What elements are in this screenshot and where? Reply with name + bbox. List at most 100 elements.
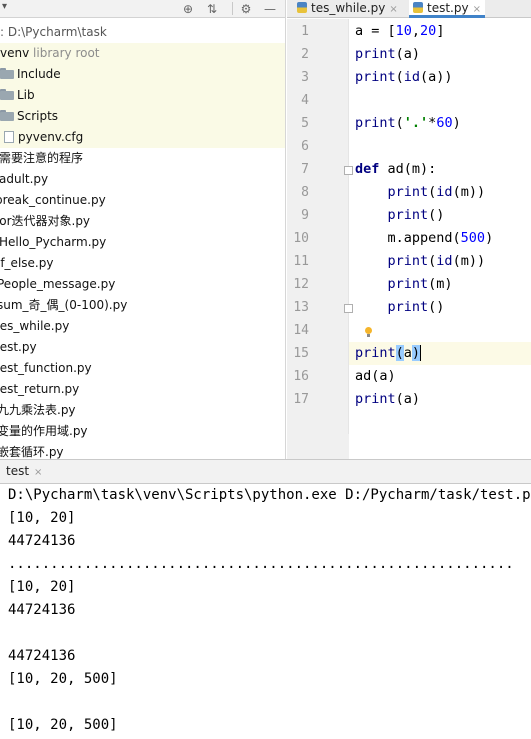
code-line[interactable]: print() (355, 204, 445, 227)
editor-panel: tes_while.py × test.py × 1 2 3 4 5 6 7 8 9… (287, 0, 531, 459)
code-line[interactable]: print(id(m)) (355, 250, 486, 273)
code-token: ) (485, 230, 494, 246)
console-line: ........................................… (8, 556, 514, 572)
tree-item-file[interactable]: 九九乘法表.py (0, 400, 283, 421)
tree-item-label: 九九乘法表.py (0, 403, 76, 417)
line-number: 3 (301, 70, 309, 85)
tree-item-pyvenv[interactable]: pyvenv.cfg (0, 127, 285, 148)
tree-item-file[interactable]: tes_while.py (0, 316, 281, 337)
tree-item-file[interactable]: 嵌套循环.py (0, 442, 283, 459)
tree-item-file[interactable]: Hello_Pycharm.py (0, 232, 285, 253)
locate-icon[interactable]: ⊕ (180, 0, 196, 17)
code-line[interactable]: m.append(500) (355, 227, 494, 250)
tree-item-file[interactable]: 变量的作用域.py (0, 421, 283, 442)
console-line: [10, 20, 500] (8, 717, 118, 733)
code-token: print (387, 184, 429, 200)
python-file-icon (297, 2, 307, 13)
lightbulb-icon[interactable] (364, 327, 373, 338)
tree-item-label: pyvenv.cfg (18, 130, 84, 144)
tree-item-label: venv (0, 46, 30, 60)
code-token: 60 (436, 115, 453, 131)
code-line[interactable]: print() (355, 296, 445, 319)
close-icon[interactable]: × (389, 4, 397, 15)
code-token: m.append( (355, 230, 461, 246)
code-token: 10 (395, 23, 412, 39)
fold-marker-icon[interactable] (344, 304, 353, 313)
collapse-all-icon[interactable]: ⇅ (204, 0, 220, 17)
line-number: 14 (293, 323, 309, 338)
tree-item-file[interactable]: if_else.py (0, 253, 283, 274)
code-token: print (387, 276, 429, 292)
close-icon[interactable]: × (473, 4, 481, 15)
tree-item-label: 变量的作用域.py (0, 424, 88, 438)
console-line: 44724136 (8, 648, 76, 664)
line-number: 9 (301, 208, 309, 223)
code-token: a = [ (355, 23, 396, 39)
code-token: ( (395, 69, 404, 85)
line-number: 5 (301, 116, 309, 131)
tree-item-file[interactable]: sum_奇_偶_(0-100).py (0, 295, 283, 316)
code-token: 500 (460, 230, 486, 246)
code-token: () (428, 207, 445, 223)
code-token: ) (411, 345, 421, 361)
code-token: ad(m): (379, 161, 437, 177)
code-line[interactable]: print(a) (355, 388, 420, 411)
tree-item-scripts[interactable]: Scripts (0, 106, 285, 127)
project-toolbar: ▾ ⊕ ⇅ ⚙ — (0, 0, 285, 18)
tree-item-label: test.py (0, 340, 37, 354)
hide-icon[interactable]: — (262, 0, 278, 17)
tree-item-label: if_else.py (0, 256, 54, 270)
code-line[interactable]: print(a) (355, 342, 422, 365)
line-number: 16 (293, 369, 309, 384)
code-line[interactable]: print('.'*60) (355, 112, 461, 135)
code-line[interactable]: ad(a) (355, 365, 396, 388)
tree-item-file[interactable]: test_return.py (0, 379, 281, 400)
tab-test[interactable]: test.py × (409, 0, 485, 18)
folder-icon (0, 89, 14, 100)
close-icon[interactable]: × (34, 467, 42, 478)
code-token: ) (452, 115, 461, 131)
code-token: def (355, 161, 380, 177)
tree-item-file[interactable]: break_continue.py (0, 190, 281, 211)
code-line[interactable]: print(id(a)) (355, 66, 453, 89)
project-view-dropdown[interactable]: ▾ (2, 1, 7, 12)
fold-marker-icon[interactable] (344, 166, 353, 175)
tree-item-folder[interactable]: 需要注意的程序 (0, 148, 285, 169)
tree-item-label: test_function.py (0, 361, 92, 375)
code-token: (m)) (452, 253, 486, 269)
run-console[interactable]: D:\Pycharm\task\venv\Scripts\python.exe … (0, 484, 531, 739)
code-line[interactable]: def ad(m): (355, 158, 436, 181)
code-token: print (355, 345, 396, 361)
tree-item-file[interactable]: People_message.py (0, 274, 283, 295)
tree-item-file[interactable]: adult.py (0, 169, 285, 190)
console-line: [10, 20] (8, 510, 76, 526)
tree-item-include[interactable]: Include (0, 64, 285, 85)
code-line[interactable]: a = [10,20] (355, 20, 444, 43)
tab-run-test[interactable]: test × (0, 460, 42, 483)
gutter-divider (348, 19, 349, 434)
console-line: 44724136 (8, 533, 76, 549)
code-token: ( (395, 115, 404, 131)
code-line[interactable]: print(id(m)) (355, 181, 486, 204)
code-line[interactable]: print(a) (355, 43, 420, 66)
console-line: [10, 20] (8, 579, 76, 595)
console-line: D:\Pycharm\task\venv\Scripts\python.exe … (8, 487, 531, 503)
toolbar-separator (232, 2, 233, 15)
tree-item-file[interactable]: for迭代器对象.py (0, 211, 281, 232)
tree-item-label: Hello_Pycharm.py (0, 235, 107, 249)
tree-item-venv[interactable]: venv library root (0, 43, 285, 64)
text-caret (420, 345, 422, 361)
line-number: 7 (301, 162, 309, 177)
tree-item-label: D:\Pycharm\task (7, 25, 107, 39)
code-token: print (355, 69, 396, 85)
gear-icon[interactable]: ⚙ (238, 0, 254, 17)
code-line[interactable]: print(m) (355, 273, 453, 296)
tab-tes-while[interactable]: tes_while.py × (297, 0, 398, 18)
tree-item-file[interactable]: test_function.py (0, 358, 281, 379)
tree-item-lib[interactable]: Lib (0, 85, 285, 106)
tree-item-root[interactable]: : D:\Pycharm\task (0, 22, 285, 43)
tree-item-file[interactable]: test.py (0, 337, 281, 358)
